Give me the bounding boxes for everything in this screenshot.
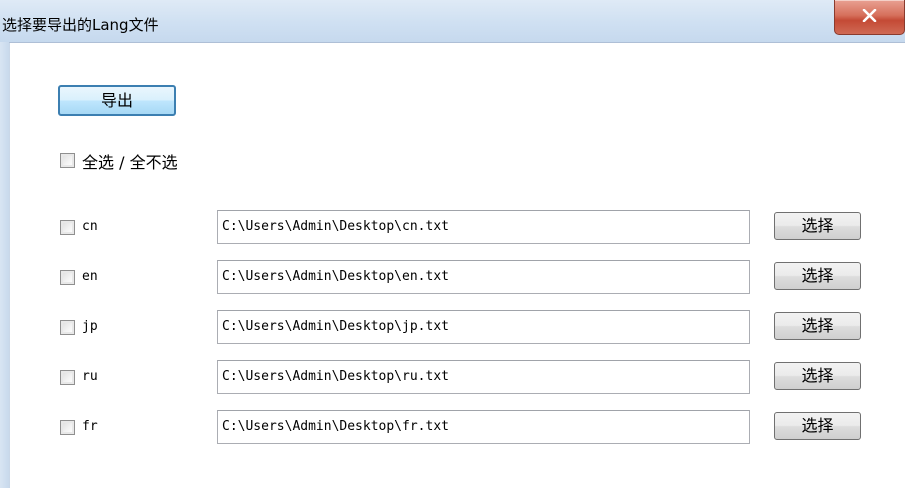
lang-code-jp: jp [82,319,98,334]
window-title: 选择要导出的Lang文件 [2,16,159,34]
choose-button-fr[interactable]: 选择 [774,412,861,440]
path-field-ru[interactable]: C:\Users\Admin\Desktop\ru.txt [217,360,750,394]
choose-button-cn[interactable]: 选择 [774,212,861,240]
lang-code-cn: cn [82,219,98,234]
choose-button-ru[interactable]: 选择 [774,362,861,390]
checkbox-jp[interactable] [60,320,75,335]
window-frame-left [0,42,9,488]
checkbox-fr[interactable] [60,420,75,435]
checkbox-en[interactable] [60,270,75,285]
title-bar[interactable]: 选择要导出的Lang文件 [0,0,905,43]
select-all-label: 全选 / 全不选 [82,153,178,172]
choose-button-jp[interactable]: 选择 [774,312,861,340]
export-button[interactable]: 导出 [58,85,176,116]
path-field-jp[interactable]: C:\Users\Admin\Desktop\jp.txt [217,310,750,344]
checkbox-cn[interactable] [60,220,75,235]
path-field-en[interactable]: C:\Users\Admin\Desktop\en.txt [217,260,750,294]
path-field-cn[interactable]: C:\Users\Admin\Desktop\cn.txt [217,210,750,244]
lang-code-en: en [82,269,98,284]
checkbox-ru[interactable] [60,370,75,385]
choose-button-en[interactable]: 选择 [774,262,861,290]
dialog-window: 选择要导出的Lang文件 导出 全选 / 全不选 cn C:\Users\Adm… [0,0,905,488]
path-field-fr[interactable]: C:\Users\Admin\Desktop\fr.txt [217,410,750,444]
select-all-checkbox[interactable] [60,153,75,168]
close-icon [862,9,877,22]
lang-code-ru: ru [82,369,98,384]
lang-code-fr: fr [82,419,98,434]
close-button[interactable] [834,0,905,35]
